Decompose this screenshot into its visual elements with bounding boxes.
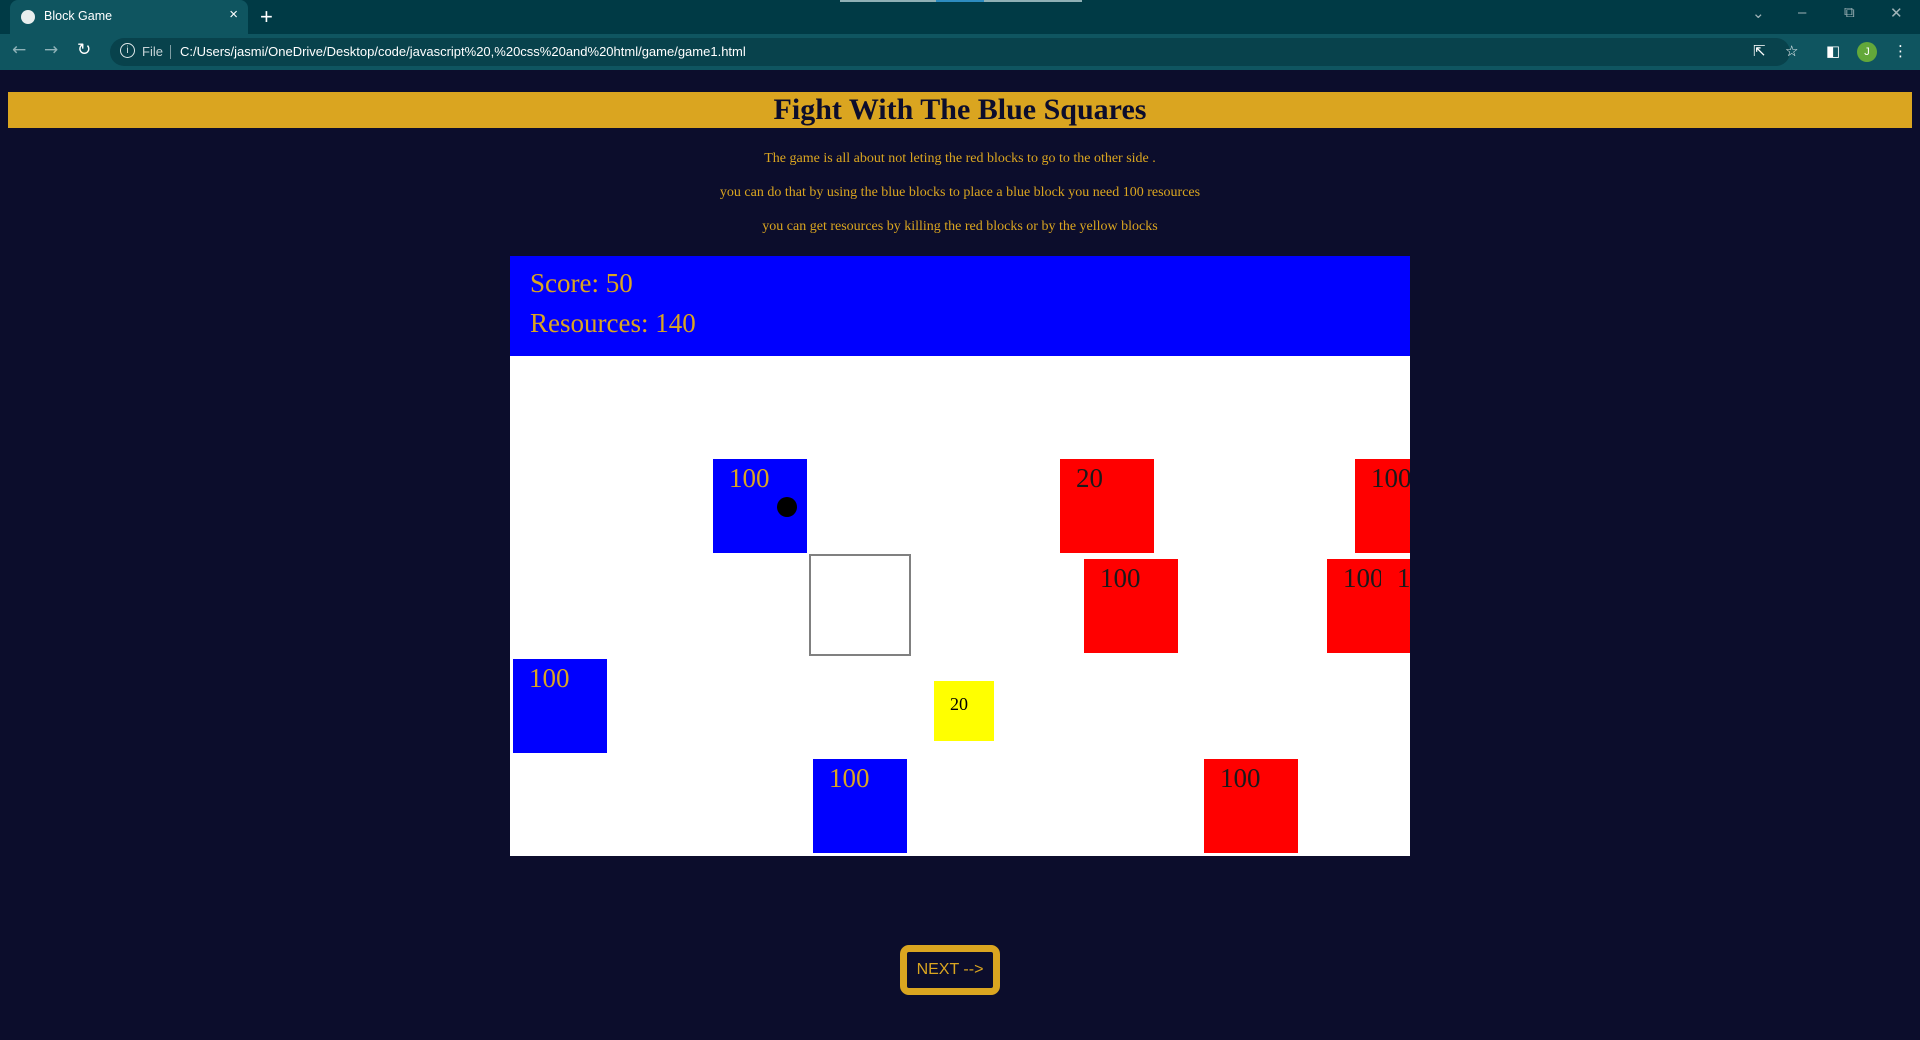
projectile	[777, 497, 797, 517]
info-icon[interactable]: i	[120, 43, 135, 58]
restore-icon[interactable]: ⧉	[1844, 4, 1855, 21]
browser-toolbar: ← → ↻ i File C:/Users/jasmi/OneDrive/Des…	[0, 34, 1920, 70]
address-divider	[170, 45, 171, 59]
block-value: 20	[950, 694, 968, 714]
resources-display: Resources: 140	[530, 308, 696, 338]
more-menu-icon[interactable]: ⋮	[1893, 42, 1908, 60]
window-top-strip-accent	[936, 0, 984, 2]
placement-cursor[interactable]	[809, 554, 911, 656]
browser-tab-bar: Block Game × + ⌄ – ⧉ ✕	[0, 0, 1920, 34]
block-health: 100	[1371, 463, 1410, 493]
address-bar[interactable]: i File C:/Users/jasmi/OneDrive/Desktop/c…	[110, 38, 1790, 66]
forward-arrow-icon[interactable]: →	[44, 40, 58, 60]
minimize-icon[interactable]: –	[1798, 4, 1806, 21]
block-health: 100	[529, 663, 570, 693]
page-header: Fight With The Blue Squares	[8, 92, 1912, 128]
block-health: 100	[729, 463, 770, 493]
block-health: 100	[829, 763, 870, 793]
instruction-line: you can do that by using the blue blocks…	[719, 185, 1201, 200]
new-tab-button[interactable]: +	[260, 4, 273, 30]
reload-icon[interactable]: ↻	[77, 40, 91, 60]
file-label: File	[142, 44, 163, 59]
block-health: 100	[1343, 563, 1384, 593]
red-block: 100	[1381, 559, 1410, 653]
back-arrow-icon[interactable]: ←	[12, 40, 26, 60]
globe-icon	[21, 10, 35, 24]
block-health: 100	[1397, 563, 1410, 593]
blue-block[interactable]: 100	[513, 659, 607, 753]
instruction-line: The game is all about not leting the red…	[764, 151, 1156, 166]
window-close-icon[interactable]: ✕	[1890, 4, 1903, 22]
red-block: 100	[1204, 759, 1298, 853]
block-health: 20	[1076, 463, 1103, 493]
bookmark-star-icon[interactable]: ☆	[1785, 42, 1798, 60]
browser-tab[interactable]: Block Game ×	[10, 0, 248, 34]
instruction-line: you can get resources by killing the red…	[762, 219, 1158, 234]
red-block: 100	[1084, 559, 1178, 653]
tab-close-button[interactable]: ×	[229, 6, 238, 23]
profile-avatar[interactable]: J	[1857, 42, 1877, 62]
chevron-down-icon[interactable]: ⌄	[1752, 4, 1765, 22]
tab-title: Block Game	[44, 9, 113, 23]
block-health: 100	[1220, 763, 1261, 793]
block-health: 100	[1100, 563, 1141, 593]
url-text[interactable]: C:/Users/jasmi/OneDrive/Desktop/code/jav…	[180, 44, 746, 59]
red-block: 20	[1060, 459, 1154, 553]
window-top-strip	[840, 0, 936, 2]
stats-panel: Score: 50 Resources: 140	[510, 256, 1410, 356]
red-block: 100	[1355, 459, 1410, 553]
page-title: Fight With The Blue Squares	[773, 93, 1147, 126]
yellow-block[interactable]: 20	[934, 681, 994, 741]
score-display: Score: 50	[530, 268, 633, 298]
blue-block[interactable]: 100	[813, 759, 907, 853]
game-board[interactable]: 100 20 100 100 100 100 100 20 100 100	[510, 356, 1410, 856]
next-button[interactable]: NEXT -->	[900, 945, 1000, 995]
side-panel-icon[interactable]: ◧	[1826, 42, 1840, 60]
window-top-strip	[984, 0, 1082, 2]
share-icon[interactable]: ⇱	[1753, 42, 1766, 60]
